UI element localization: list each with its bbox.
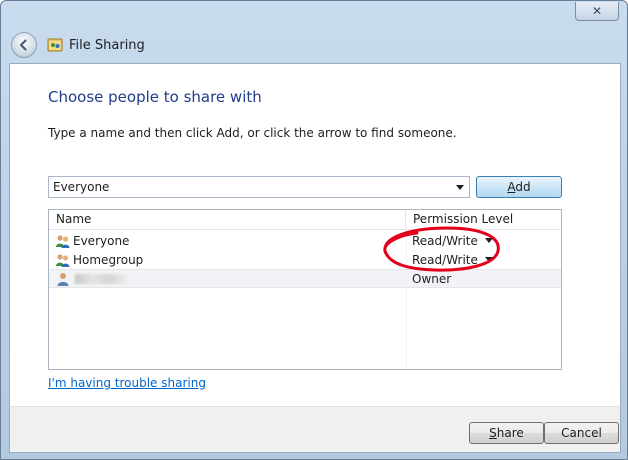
group-icon <box>56 253 70 267</box>
permission-label: Owner <box>412 271 452 286</box>
close-button[interactable]: ✕ <box>575 2 619 21</box>
cancel-button[interactable]: Cancel <box>544 422 619 444</box>
permission-cell-owner: Owner <box>406 272 561 286</box>
footer-bar: Share Cancel <box>9 406 621 453</box>
name-input[interactable] <box>49 178 449 196</box>
window-frame: ✕ File Sharing Choose people to share wi… <box>0 0 628 460</box>
name-cell: Homegroup <box>49 252 406 268</box>
name-combobox[interactable] <box>48 176 470 198</box>
share-button-label: Share <box>489 426 524 440</box>
content-area: Choose people to share with Type a name … <box>9 63 621 406</box>
user-icon <box>57 272 69 286</box>
window-title: File Sharing <box>69 37 145 53</box>
cancel-button-label: Cancel <box>561 426 602 440</box>
page-heading: Choose people to share with <box>48 88 262 106</box>
annotation-ellipse <box>383 226 500 272</box>
share-button[interactable]: Share <box>469 422 544 444</box>
name-cell <box>49 271 406 287</box>
instruction-text: Type a name and then click Add, or click… <box>48 126 457 140</box>
file-sharing-icon <box>47 38 63 52</box>
redacted-user-name <box>75 273 127 284</box>
add-button-label: Add <box>507 180 531 194</box>
list-item-name: Homegroup <box>73 252 144 267</box>
add-button[interactable]: Add <box>476 176 562 198</box>
back-arrow-icon <box>19 39 27 51</box>
name-cell: Everyone <box>49 233 406 249</box>
close-icon: ✕ <box>591 4 603 18</box>
trouble-sharing-link[interactable]: I'm having trouble sharing <box>48 376 206 390</box>
title-bar: File Sharing <box>9 29 621 61</box>
back-button[interactable] <box>11 32 37 58</box>
combobox-dropdown-button[interactable] <box>453 180 467 194</box>
group-icon <box>56 234 70 248</box>
list-item-name: Everyone <box>73 233 130 248</box>
column-header-name[interactable]: Name <box>49 210 406 229</box>
chevron-down-icon <box>456 184 464 190</box>
